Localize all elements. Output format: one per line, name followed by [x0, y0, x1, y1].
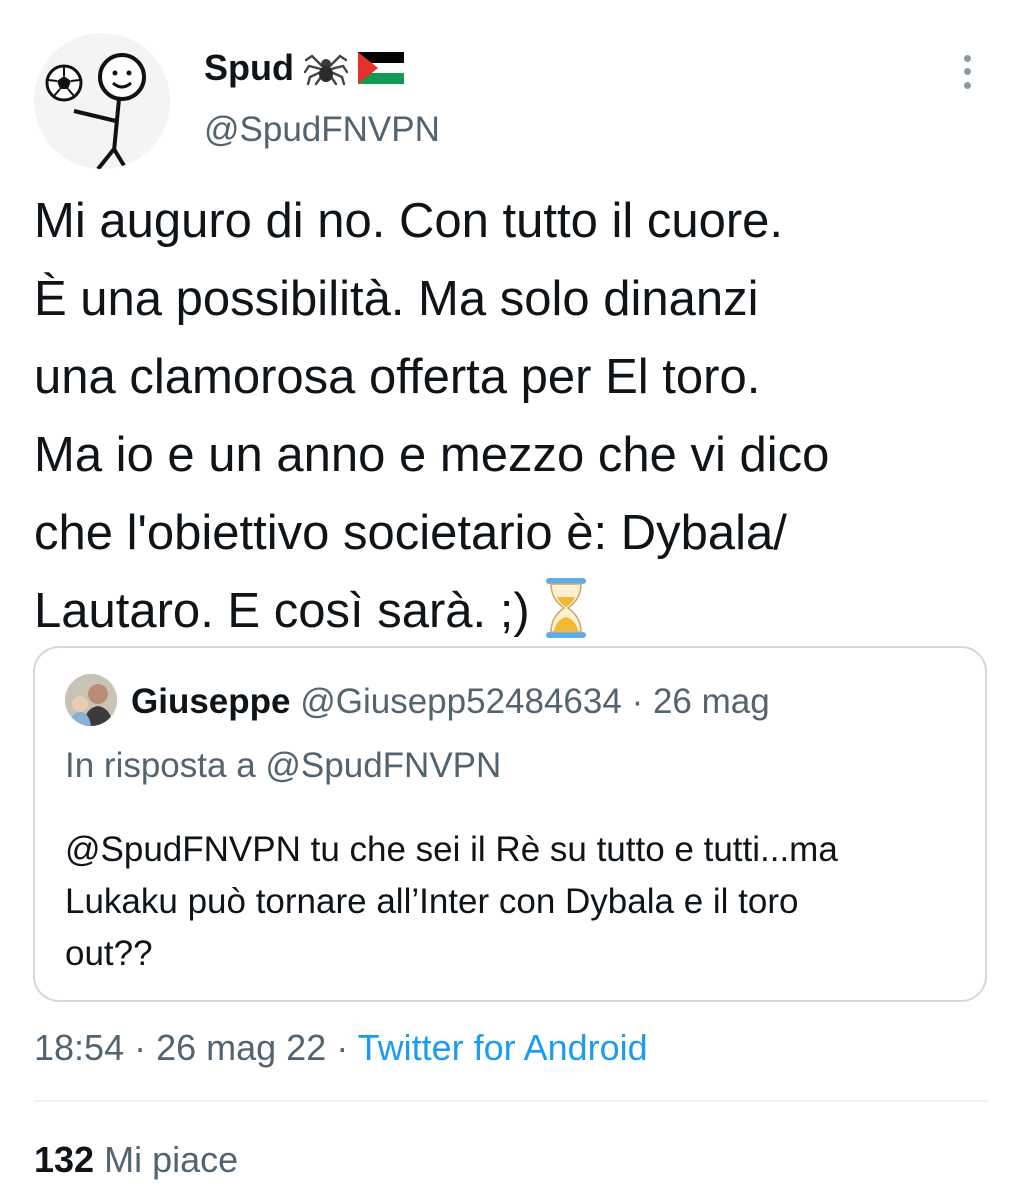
- spider-emoji-icon: [303, 54, 348, 86]
- author-name[interactable]: Spud: [204, 46, 294, 90]
- meta-separator: ·: [124, 1027, 157, 1068]
- palestine-flag-icon: [357, 52, 404, 84]
- tweet-time[interactable]: 18:54: [34, 1027, 124, 1068]
- author-name-row[interactable]: Spud: [204, 46, 404, 90]
- more-options-icon[interactable]: [952, 52, 982, 92]
- tweet-source-link[interactable]: Twitter for Android: [358, 1027, 648, 1068]
- stick-figure-avatar-icon: [34, 33, 170, 169]
- reply-prefix: In risposta a: [65, 746, 266, 785]
- author-handle[interactable]: @SpudFNVPN: [204, 108, 440, 152]
- author-avatar[interactable]: [34, 33, 170, 169]
- quoted-author-handle[interactable]: @Giusepp52484634: [300, 682, 622, 721]
- divider: [34, 1100, 988, 1102]
- likes-stat[interactable]: 132 Mi piace: [34, 1136, 238, 1184]
- quoted-date[interactable]: 26 mag: [653, 682, 770, 721]
- tweet-text: Mi auguro di no. Con tutto il cuore. È u…: [34, 182, 994, 650]
- tweet-date[interactable]: 26 mag 22: [156, 1027, 326, 1068]
- quoted-tweet-card[interactable]: Giuseppe @Giusepp52484634 · 26 mag In ri…: [33, 646, 987, 1002]
- reply-handle[interactable]: @SpudFNVPN: [265, 746, 501, 785]
- quoted-separator: ·: [621, 682, 653, 721]
- hourglass-emoji-icon: [545, 578, 586, 638]
- person-photo-icon: [65, 674, 117, 726]
- likes-count: 132: [34, 1139, 95, 1180]
- tweet-meta: 18:54 · 26 mag 22 · Twitter for Android: [34, 1024, 648, 1072]
- tweet-text-content: Mi auguro di no. Con tutto il cuore. È u…: [34, 194, 830, 638]
- meta-separator-2: ·: [326, 1027, 358, 1068]
- quoted-author-name[interactable]: Giuseppe: [131, 682, 290, 721]
- quoted-author-avatar[interactable]: [65, 674, 117, 726]
- quoted-tweet-text: @SpudFNVPN tu che sei il Rè su tutto e t…: [65, 830, 838, 973]
- quoted-reply-context: In risposta a @SpudFNVPN: [65, 744, 501, 788]
- quoted-tweet-header: Giuseppe @Giusepp52484634 · 26 mag: [131, 680, 770, 724]
- likes-label: Mi piace: [94, 1139, 239, 1180]
